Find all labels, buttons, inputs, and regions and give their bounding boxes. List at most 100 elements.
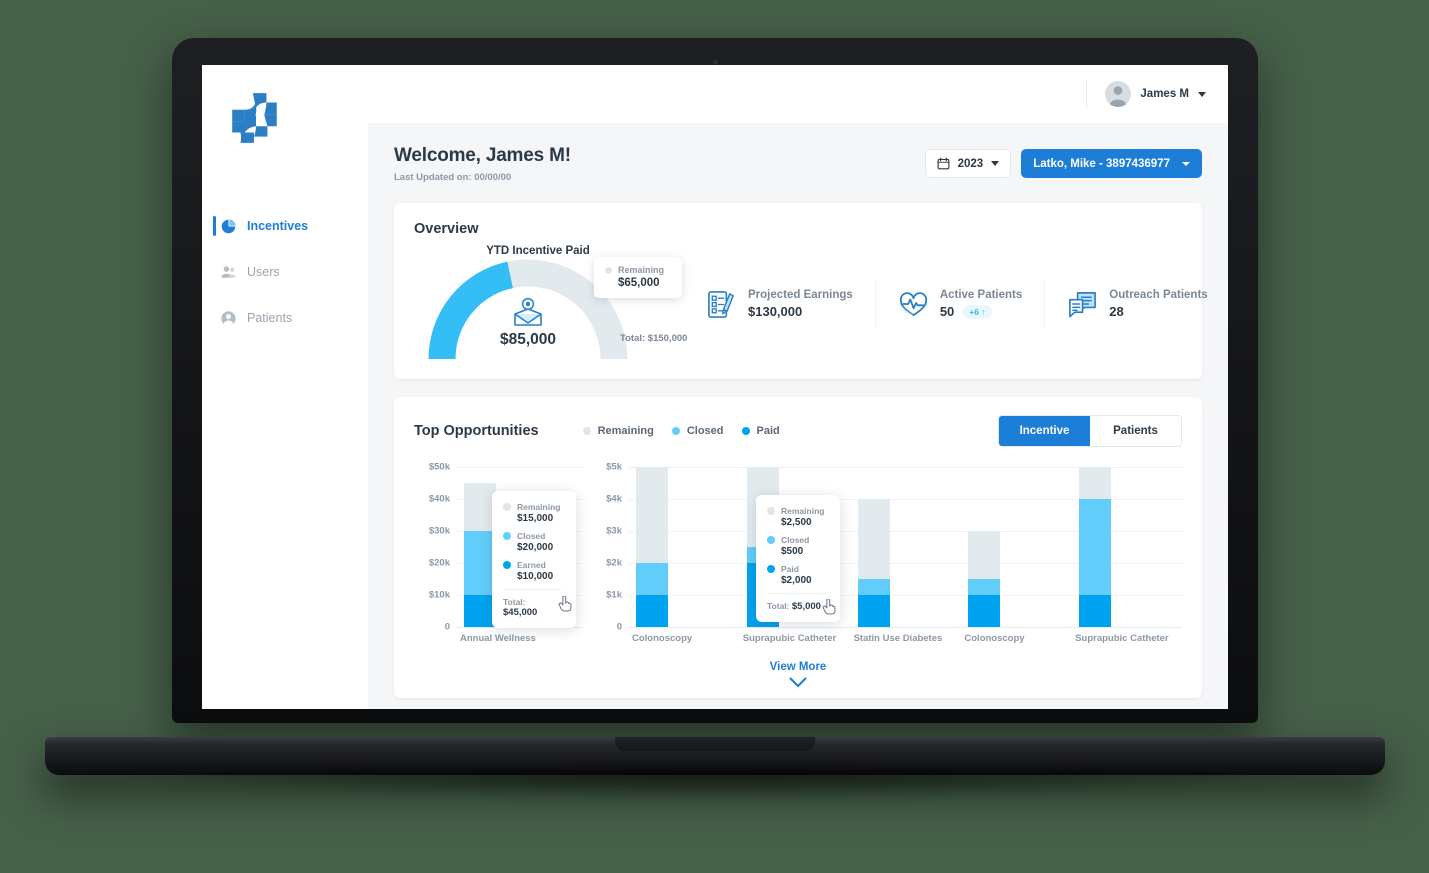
stat-text: Projected Earnings $130,000: [748, 289, 853, 319]
remaining-tooltip: Remaining $65,000: [594, 257, 682, 298]
stacked-bar[interactable]: [857, 499, 890, 627]
tooltip-value: $15,000: [517, 513, 554, 524]
person-circle-icon: [221, 310, 236, 326]
y-axis-tick: $1k: [606, 589, 622, 601]
calendar-icon: [937, 157, 950, 170]
pinwheel-cross-logo[interactable]: [220, 89, 290, 147]
bar-segment-paid: [857, 595, 890, 627]
sidebar-item-users[interactable]: Users: [202, 255, 368, 289]
tooltip-row: Remaining: [767, 506, 826, 516]
y-axis-tick: $3k: [606, 525, 622, 537]
legend-label: Remaining: [597, 425, 654, 437]
laptop-screen: Incentives Users Patients James M Welcom…: [202, 65, 1228, 709]
stat-row: 28: [1109, 304, 1207, 319]
bar-segment-closed: [857, 579, 890, 595]
tooltip-total-label: Total:: [503, 597, 526, 607]
chart-top-opportunities: 0 $1k $2k $3k $4k $5k Colonoscopy Suprapubic C…: [586, 462, 1182, 644]
laptop-notch: [615, 737, 815, 751]
laptop-shadow: [130, 770, 1300, 800]
legend-item-closed[interactable]: Closed: [671, 425, 724, 437]
stat-label: Outreach Patients: [1109, 289, 1208, 301]
patient-dropdown[interactable]: Latko, Mike - 3897436977: [1021, 149, 1202, 178]
stacked-bar[interactable]: [1079, 467, 1112, 627]
toggle-incentive[interactable]: Incentive: [999, 416, 1090, 446]
tooltip-value: $10,000: [517, 571, 554, 582]
year-value: 2023: [957, 157, 984, 170]
toggle-patients[interactable]: Patients: [1090, 416, 1181, 446]
bar-slot: [960, 467, 1071, 627]
stat-value: 50: [939, 304, 955, 319]
stat-label: Active Patients: [939, 289, 1023, 301]
tooltip-total-value: $45,000: [503, 607, 538, 618]
heart-pulse-icon: [899, 291, 927, 316]
sidebar-item-label: Users: [247, 265, 280, 279]
legend-item-paid[interactable]: Paid: [741, 425, 780, 437]
chat-document-icon: [1069, 291, 1097, 317]
stat-delta-badge: +6 ↑: [963, 304, 992, 319]
opportunities-header: Top Opportunities Remaining Closed Paid …: [414, 415, 1182, 447]
stacked-bar[interactable]: [968, 531, 1001, 627]
topbar-divider: [1086, 80, 1088, 108]
year-dropdown[interactable]: 2023: [924, 149, 1012, 178]
tooltip-row: Paid: [767, 564, 826, 574]
user-menu[interactable]: James M: [1105, 81, 1206, 107]
bar-segment-remaining: [1079, 467, 1112, 499]
tooltip-row: Closed: [503, 531, 562, 541]
bar-segment-paid: [968, 595, 1001, 627]
tooltip-row: Remaining: [503, 502, 562, 512]
stacked-bar[interactable]: [636, 467, 668, 627]
content-area: James M Welcome, James M! Last Updated o…: [368, 65, 1228, 709]
legend-dot-icon: [741, 427, 750, 435]
application-window: Incentives Users Patients James M Welcom…: [202, 65, 1228, 709]
stat-value: 28: [1109, 304, 1124, 319]
bar-segment-paid: [636, 595, 668, 627]
stat-projected-earnings: Projected Earnings $130,000: [684, 289, 875, 320]
bar-slot: [850, 467, 961, 627]
laptop-mockup: Incentives Users Patients James M Welcom…: [0, 0, 1429, 873]
chevron-down-icon: [991, 161, 1000, 166]
user-name: James M: [1140, 88, 1189, 100]
y-axis-tick: $30k: [428, 525, 450, 537]
remaining-dot-icon: [605, 266, 612, 274]
stat-text: Outreach Patients 28: [1109, 289, 1207, 319]
incentive-envelope-icon: [514, 297, 542, 326]
stat-active-patients: Active Patients 50 +6 ↑: [876, 289, 1044, 320]
bar-segment-closed: [1079, 499, 1112, 595]
x-axis-label: Colonoscopy: [964, 633, 1025, 644]
tooltip-divider: [767, 593, 826, 594]
closed-dot-icon: [503, 532, 511, 540]
tooltip-divider: [503, 589, 562, 590]
bar-segment-remaining: [636, 467, 668, 563]
legend-label: Closed: [686, 425, 724, 437]
charts-row: 0 $10k $20k $30k $40k $50k Annual Wellness Re…: [414, 462, 1182, 644]
y-axis-tick: 0: [444, 621, 450, 633]
patient-value: Latko, Mike - 3897436977: [1033, 157, 1170, 170]
gridline: [628, 627, 1182, 628]
remaining-dot-icon: [503, 503, 511, 511]
sidebar-item-patients[interactable]: Patients: [202, 301, 368, 335]
bar-segment-remaining: [857, 499, 890, 579]
overview-card: Overview YTD Incentive Paid $85,000 Tota…: [394, 203, 1208, 379]
legend-item-remaining[interactable]: Remaining: [582, 425, 654, 437]
x-axis-labels: Annual Wellness: [456, 633, 582, 645]
bar-segment-paid: [1079, 595, 1112, 627]
x-axis-label: Colonoscopy: [632, 633, 693, 644]
chevron-down-icon: [789, 677, 807, 687]
x-axis-label: Annual Wellness: [460, 633, 536, 644]
y-axis-tick: $50k: [428, 461, 450, 473]
tooltip-total: Total: $5,000: [767, 601, 826, 612]
tooltip-key: Remaining: [618, 265, 665, 275]
chart-legend: Remaining Closed Paid: [582, 425, 780, 437]
avatar-icon: [1109, 86, 1128, 107]
header-actions: 2023 Latko, Mike - 3897436977: [924, 145, 1202, 178]
bar-slot: [628, 467, 739, 627]
bar-segment-closed: [636, 563, 668, 595]
tooltip-row: Earned: [503, 560, 562, 570]
overview-body: YTD Incentive Paid $85,000 Total: $150,0…: [414, 245, 1208, 363]
sidebar-nav: Incentives Users Patients: [202, 209, 368, 347]
sidebar-item-incentives[interactable]: Incentives: [202, 209, 368, 243]
view-toggle-group: Incentive Patients: [998, 415, 1182, 447]
page-title-group: Welcome, James M! Last Updated on: 00/00…: [394, 145, 571, 183]
tooltip-value: $500: [781, 546, 804, 557]
view-more-button[interactable]: View More: [414, 661, 1182, 688]
